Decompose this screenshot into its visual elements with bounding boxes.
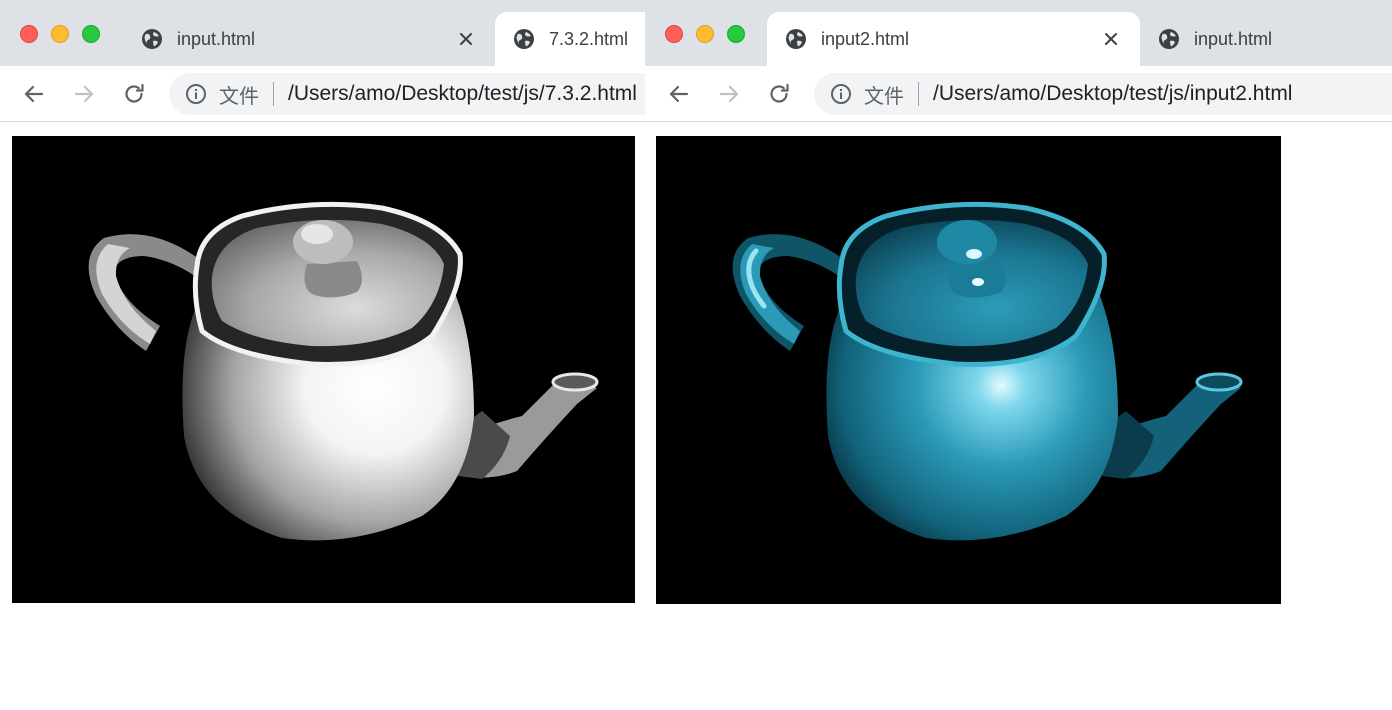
- divider: [273, 82, 274, 106]
- window-maximize-button[interactable]: [82, 25, 100, 43]
- tab-input2-html[interactable]: input2.html: [767, 12, 1140, 66]
- globe-icon: [1158, 28, 1180, 50]
- window-maximize-button[interactable]: [727, 25, 745, 43]
- arrow-left-icon[interactable]: [22, 82, 46, 106]
- tab-input-html[interactable]: input.html: [1140, 12, 1392, 66]
- arrow-right-icon[interactable]: [72, 82, 96, 106]
- tab-strip: input2.html input.html: [645, 0, 1392, 66]
- address-bar[interactable]: 文件 /Users/amo/Desktop/test/js/7.3.2.html: [169, 73, 645, 115]
- close-icon[interactable]: [455, 28, 477, 50]
- tab-strip: input.html 7.3.2.html: [0, 0, 645, 66]
- globe-icon: [141, 28, 163, 50]
- divider: [918, 82, 919, 106]
- teapot-render-cyan: [732, 201, 1243, 541]
- tab-title: input.html: [177, 28, 256, 49]
- address-bar[interactable]: 文件 /Users/amo/Desktop/test/js/input2.htm…: [814, 73, 1392, 115]
- info-icon[interactable]: [185, 83, 207, 105]
- url-text[interactable]: /Users/amo/Desktop/test/js/input2.html: [933, 82, 1292, 106]
- globe-icon: [785, 28, 807, 50]
- window-minimize-button[interactable]: [51, 25, 69, 43]
- browser-window-left: input.html 7.3.2.html 文件 /Users/amo/Desk…: [0, 0, 645, 710]
- reload-icon[interactable]: [767, 82, 791, 106]
- info-icon[interactable]: [830, 83, 852, 105]
- scheme-label: 文件: [864, 85, 904, 108]
- globe-icon: [513, 28, 535, 50]
- tab-7-3-2-html[interactable]: 7.3.2.html: [495, 12, 645, 66]
- webgl-canvas[interactable]: [12, 136, 635, 603]
- tab-input-html[interactable]: input.html: [123, 12, 495, 66]
- tab-title: input.html: [1194, 28, 1273, 49]
- window-minimize-button[interactable]: [696, 25, 714, 43]
- arrow-right-icon[interactable]: [717, 82, 741, 106]
- reload-icon[interactable]: [122, 82, 146, 106]
- webgl-canvas[interactable]: [656, 136, 1281, 604]
- window-close-button[interactable]: [665, 25, 683, 43]
- tab-title: input2.html: [821, 28, 910, 49]
- toolbar: 文件 /Users/amo/Desktop/test/js/input2.htm…: [645, 66, 1392, 122]
- tab-title: 7.3.2.html: [549, 28, 629, 49]
- scheme-label: 文件: [219, 85, 259, 108]
- browser-window-right: input2.html input.html 文件 /Users/amo/Des…: [645, 0, 1392, 710]
- arrow-left-icon[interactable]: [667, 82, 691, 106]
- toolbar: 文件 /Users/amo/Desktop/test/js/7.3.2.html: [0, 66, 645, 122]
- url-text[interactable]: /Users/amo/Desktop/test/js/7.3.2.html: [288, 82, 637, 106]
- window-close-button[interactable]: [20, 25, 38, 43]
- close-icon[interactable]: [1100, 28, 1122, 50]
- teapot-render-white: [88, 201, 599, 541]
